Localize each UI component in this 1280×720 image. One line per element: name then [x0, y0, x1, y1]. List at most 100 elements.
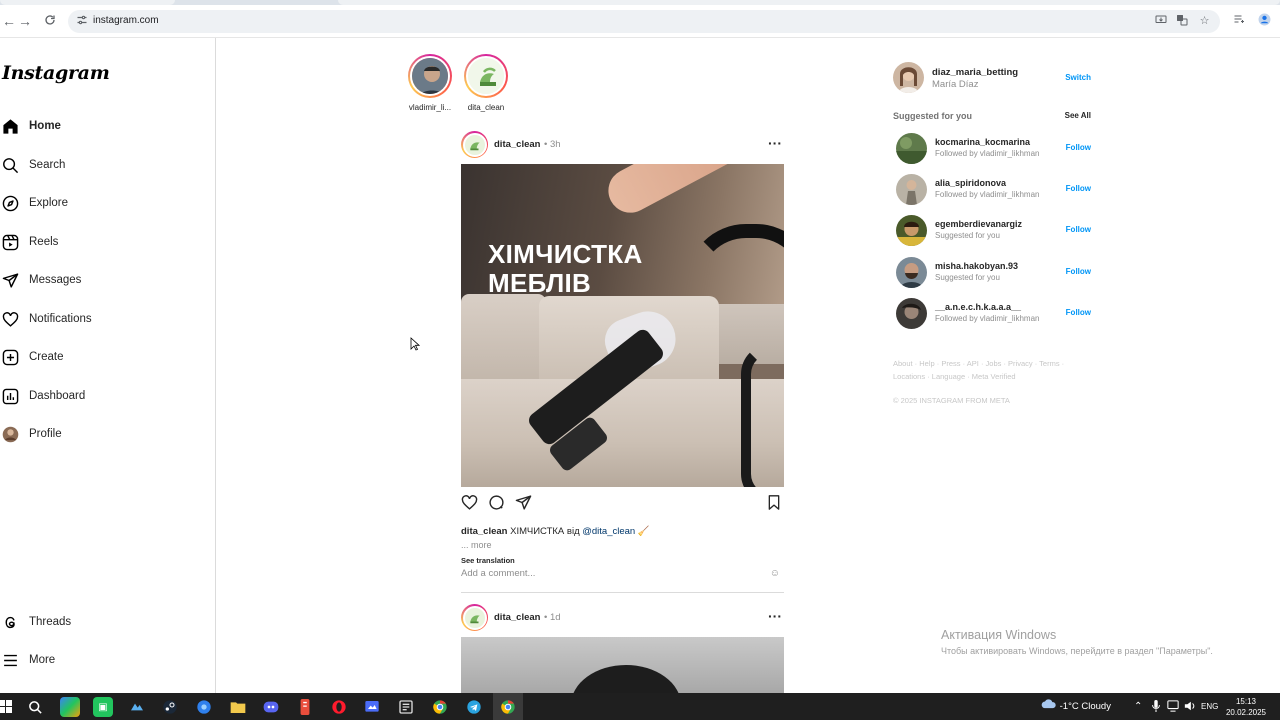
star-icon[interactable]: ☆: [1197, 14, 1212, 29]
windows-start-icon[interactable]: [0, 697, 16, 717]
language-indicator[interactable]: ENG: [1201, 693, 1218, 720]
share-icon[interactable]: [515, 494, 535, 514]
microphone-icon[interactable]: [1151, 693, 1161, 720]
search-icon[interactable]: [25, 697, 45, 717]
caption-mention[interactable]: @dita_clean: [582, 526, 635, 537]
follow-button[interactable]: Follow: [1066, 143, 1091, 152]
post-username[interactable]: dita_clean: [494, 612, 540, 623]
chrome-icon[interactable]: [498, 697, 518, 717]
weather-widget[interactable]: -1°C Cloudy: [1041, 693, 1111, 720]
avatar[interactable]: [896, 174, 927, 205]
taskbar-clock[interactable]: 15:13 20.02.2025: [1224, 696, 1268, 718]
sidebar-item-label: Messages: [29, 274, 82, 286]
folder-icon[interactable]: [228, 697, 248, 717]
sidebar-item-search[interactable]: Search: [0, 151, 65, 179]
app-icon[interactable]: ▣: [93, 697, 113, 717]
avatar[interactable]: [893, 62, 924, 93]
tray-chevron-up-icon[interactable]: ⌃: [1134, 693, 1142, 720]
sidebar-item-notifications[interactable]: Notifications: [0, 305, 92, 333]
suggestion-username[interactable]: alia_spiridonova: [935, 178, 1006, 188]
app-icon[interactable]: [127, 697, 147, 717]
follow-button[interactable]: Follow: [1066, 267, 1091, 276]
sidebar-item-messages[interactable]: Messages: [0, 266, 81, 294]
bookmark-icon[interactable]: [766, 494, 786, 514]
sidebar-item-profile[interactable]: Profile: [0, 420, 62, 448]
post-avatar[interactable]: [461, 131, 488, 158]
avatar[interactable]: [896, 215, 927, 246]
avatar[interactable]: [896, 298, 927, 329]
switch-account-button[interactable]: Switch: [1065, 73, 1091, 82]
sidebar-item-create[interactable]: Create: [0, 343, 64, 371]
search-icon: [0, 155, 20, 175]
network-icon[interactable]: [1167, 693, 1179, 720]
caption-username[interactable]: dita_clean: [461, 526, 507, 537]
suggestions-title: Suggested for you: [893, 111, 973, 121]
sidebar-item-dashboard[interactable]: Dashboard: [0, 382, 85, 410]
account-username[interactable]: diaz_maria_betting: [932, 67, 1018, 78]
suggestion-username[interactable]: misha.hakobyan.93: [935, 261, 1018, 271]
post-image[interactable]: [461, 637, 784, 693]
more-options-icon[interactable]: ···: [768, 608, 782, 624]
discord-icon[interactable]: [261, 697, 281, 717]
tab-active[interactable]: [338, 0, 1280, 5]
reading-list-icon[interactable]: [1231, 13, 1247, 29]
footer-links-line[interactable]: Locations · Language · Meta Verified: [893, 370, 1083, 383]
sidebar-item-explore[interactable]: Explore: [0, 189, 68, 217]
follow-button[interactable]: Follow: [1066, 308, 1091, 317]
comment-icon[interactable]: [488, 494, 508, 514]
app-icon[interactable]: [295, 697, 315, 717]
like-heart-icon[interactable]: [461, 494, 481, 514]
footer-links-line[interactable]: About · Help · Press · API · Jobs · Priv…: [893, 357, 1083, 370]
app-icon[interactable]: [396, 697, 416, 717]
suggestion-username[interactable]: kocmarina_kocmarina: [935, 137, 1030, 147]
opera-icon[interactable]: [329, 697, 349, 717]
post-image[interactable]: ХІМЧИСТКА МЕБЛІВ: [461, 164, 784, 487]
chrome-icon[interactable]: [430, 697, 450, 717]
translate-icon[interactable]: [1174, 14, 1189, 29]
telegram-icon[interactable]: [464, 697, 484, 717]
sidebar-item-label: Create: [29, 351, 64, 363]
instagram-logo[interactable]: Instagram: [2, 62, 110, 84]
browser-icon[interactable]: [194, 697, 214, 717]
follow-button[interactable]: Follow: [1066, 184, 1091, 193]
sidebar-item-reels[interactable]: Reels: [0, 228, 58, 256]
story-ring: [408, 54, 452, 98]
app-icon[interactable]: [362, 697, 382, 717]
avatar: [410, 56, 450, 96]
story-item[interactable]: dita_clean: [456, 54, 516, 112]
volume-icon[interactable]: [1184, 693, 1196, 720]
suggestion-subtitle: Followed by vladimir_likhman: [935, 149, 1040, 158]
reload-icon[interactable]: [41, 12, 59, 30]
sidebar-item-home[interactable]: Home: [0, 112, 61, 140]
avatar[interactable]: [896, 257, 927, 288]
install-app-icon[interactable]: [1153, 14, 1168, 29]
avatar[interactable]: [896, 133, 927, 164]
sidebar-item-more[interactable]: More: [0, 646, 55, 674]
clock-time: 15:13: [1235, 697, 1257, 706]
follow-button[interactable]: Follow: [1066, 225, 1091, 234]
post-username[interactable]: dita_clean: [494, 139, 540, 150]
current-account: diaz_maria_betting María Díaz Switch: [893, 62, 1091, 94]
post-avatar[interactable]: [461, 604, 488, 631]
suggestion-item: misha.hakobyan.93 Suggested for you Foll…: [896, 257, 1091, 288]
steam-icon[interactable]: [160, 697, 180, 717]
sidebar-item-label: Search: [29, 159, 66, 171]
comment-input[interactable]: Add a comment... ☺: [461, 568, 784, 584]
copilot-icon[interactable]: [60, 697, 80, 717]
see-translation-link[interactable]: See translation: [461, 556, 515, 565]
address-bar[interactable]: instagram.com ☆: [68, 10, 1220, 33]
sidebar-item-label: Home: [29, 120, 61, 132]
image-headline-line: ХІМЧИСТКА: [488, 239, 643, 269]
sidebar-item-threads[interactable]: Threads: [0, 608, 71, 636]
see-all-link[interactable]: See All: [1065, 111, 1091, 120]
suggestion-username[interactable]: egemberdievanargiz: [935, 219, 1022, 229]
forward-arrow-icon[interactable]: →: [16, 12, 34, 30]
caption-more-link[interactable]: ... more: [461, 540, 492, 550]
more-options-icon[interactable]: ···: [768, 135, 782, 151]
suggestion-username[interactable]: __a.n.e.c.h.k.a.a.a__: [935, 302, 1021, 312]
emoji-icon[interactable]: ☺: [770, 568, 780, 579]
profile-icon[interactable]: [1256, 13, 1272, 29]
site-settings-icon[interactable]: [76, 14, 90, 28]
story-item[interactable]: vladimir_li...: [400, 54, 460, 112]
tab[interactable]: [0, 0, 175, 5]
